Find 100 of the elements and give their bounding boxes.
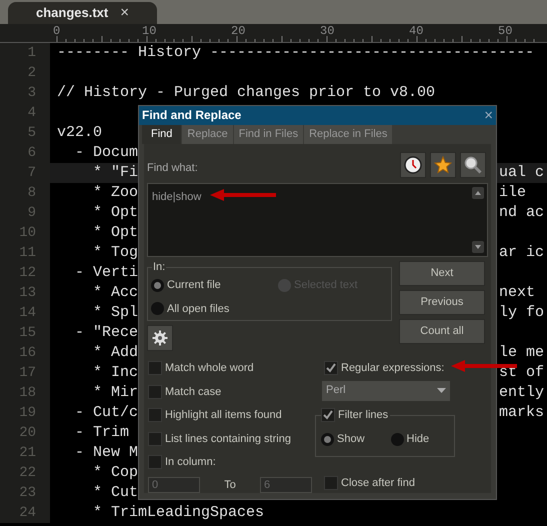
checkbox[interactable] <box>148 384 162 399</box>
radio-button[interactable] <box>321 432 334 446</box>
checkbox[interactable] <box>321 408 335 422</box>
code-text: ently <box>499 383 544 403</box>
code-text: le me <box>499 343 544 363</box>
code-text: - Docum <box>74 142 138 163</box>
checkbox[interactable] <box>148 361 162 376</box>
code-text: * Acc <box>92 282 138 303</box>
radio-label[interactable]: Current file <box>167 277 221 294</box>
line-number: 17 <box>19 364 36 382</box>
checkbox-label[interactable]: Close after find <box>341 474 415 491</box>
code-text: - Trim <box>74 422 130 443</box>
checkbox-label[interactable]: In column: <box>165 454 216 470</box>
ruler-number: 30 <box>320 24 336 38</box>
code-text: nd ac <box>499 203 544 223</box>
star-icon <box>434 156 452 174</box>
code-text: -------- History ------------------------------------ <box>57 42 534 63</box>
checkbox-label[interactable]: Regular expressions: <box>341 360 444 376</box>
check-icon <box>323 410 333 420</box>
line-number: 18 <box>19 384 36 402</box>
find-value: hide|show <box>151 190 202 205</box>
code-text: ile <box>499 183 526 203</box>
code-text: * "Fi <box>92 162 138 183</box>
close-icon[interactable]: × <box>484 108 493 123</box>
checkbox-label[interactable]: Match whole word <box>165 360 254 376</box>
code-text: * Opt <box>92 222 138 243</box>
line-number: 20 <box>19 424 36 442</box>
line-number: 14 <box>19 304 36 322</box>
code-text: * Cop <box>92 462 138 483</box>
ruler-number: 50 <box>498 24 514 38</box>
code-text: ar ic <box>499 243 544 263</box>
checkbox[interactable] <box>324 476 338 490</box>
dropdown-value: Perl <box>326 383 346 398</box>
field-label: To <box>223 478 237 492</box>
clock-icon <box>404 156 422 174</box>
ruler-number: 10 <box>142 24 158 38</box>
code-text: next <box>499 283 536 303</box>
line-number: 1 <box>28 44 36 62</box>
settings-button[interactable] <box>147 325 173 351</box>
line-number: 3 <box>28 84 36 102</box>
checkbox[interactable] <box>324 361 338 376</box>
action-button[interactable]: Next <box>399 261 485 286</box>
action-button[interactable]: Count all <box>399 319 485 344</box>
code-text: - Cut/c <box>74 402 138 423</box>
code-text: * Tog <box>92 242 138 263</box>
check-icon <box>326 363 336 374</box>
find-input[interactable]: hide|show <box>147 183 488 257</box>
code-text: ual c <box>499 163 544 183</box>
code-text: // History - Purged changes prior to v8.00 <box>57 82 436 103</box>
line-number: 21 <box>19 444 36 462</box>
checkbox[interactable] <box>148 408 162 422</box>
scroll-down-icon[interactable] <box>472 241 484 253</box>
tab-label: changes.txt <box>36 4 108 22</box>
code-text: * Inc <box>92 362 138 383</box>
dialog-tab[interactable]: Find <box>142 125 182 144</box>
checkbox[interactable] <box>148 455 162 470</box>
caret-icon <box>437 388 446 393</box>
code-text: * Spl <box>92 302 138 323</box>
checkbox-label[interactable]: Match case <box>165 384 222 400</box>
code-text: * Zoo <box>92 182 138 203</box>
line-number: 12 <box>19 264 36 282</box>
checkbox-label[interactable]: Highlight all items found <box>165 407 282 424</box>
radio-label[interactable]: All open files <box>167 300 230 317</box>
gear-icon <box>152 330 168 346</box>
field-label: Find what: <box>147 160 198 176</box>
code-text: * Mir <box>92 382 138 403</box>
line-number: 2 <box>28 64 36 82</box>
line-number: 11 <box>19 244 36 262</box>
checkbox-label[interactable]: List lines containing string <box>165 430 291 447</box>
line-number: 7 <box>28 164 36 182</box>
ruler-number: 40 <box>409 24 424 38</box>
ruler-number: 20 <box>231 24 246 38</box>
code-text: * Cut <box>92 482 138 503</box>
action-button[interactable]: Previous <box>399 290 485 315</box>
regex-dropdown[interactable]: Perl <box>322 380 450 400</box>
search-button[interactable] <box>460 152 486 178</box>
file-tab[interactable]: changes.txt × <box>8 2 158 24</box>
code-text: v22.0 <box>57 122 102 143</box>
code-text: marks <box>499 403 544 423</box>
checkbox[interactable] <box>148 432 162 446</box>
line-number: 13 <box>19 284 36 302</box>
line-number: 23 <box>19 484 36 502</box>
code-text: - Verti <box>74 262 138 283</box>
ruler-number: 0 <box>53 24 62 38</box>
line-number: 15 <box>19 324 36 342</box>
radio-label[interactable]: Hide <box>406 431 430 448</box>
radio-button[interactable] <box>151 278 164 292</box>
scroll-up-icon[interactable] <box>472 187 484 199</box>
favorites-button[interactable] <box>430 152 456 178</box>
radio-button[interactable] <box>151 302 164 316</box>
close-icon[interactable]: × <box>120 2 130 24</box>
line-number: 24 <box>19 504 36 522</box>
line-number: 19 <box>19 404 36 422</box>
history-button[interactable] <box>400 152 426 178</box>
line-number: 10 <box>19 224 36 242</box>
line-number: 22 <box>19 464 36 482</box>
radio-label[interactable]: Show <box>337 431 365 448</box>
code-text: * Opt <box>92 202 138 223</box>
code-text: * TrimLeadingSpaces <box>92 502 264 523</box>
radio-button[interactable] <box>390 432 404 446</box>
